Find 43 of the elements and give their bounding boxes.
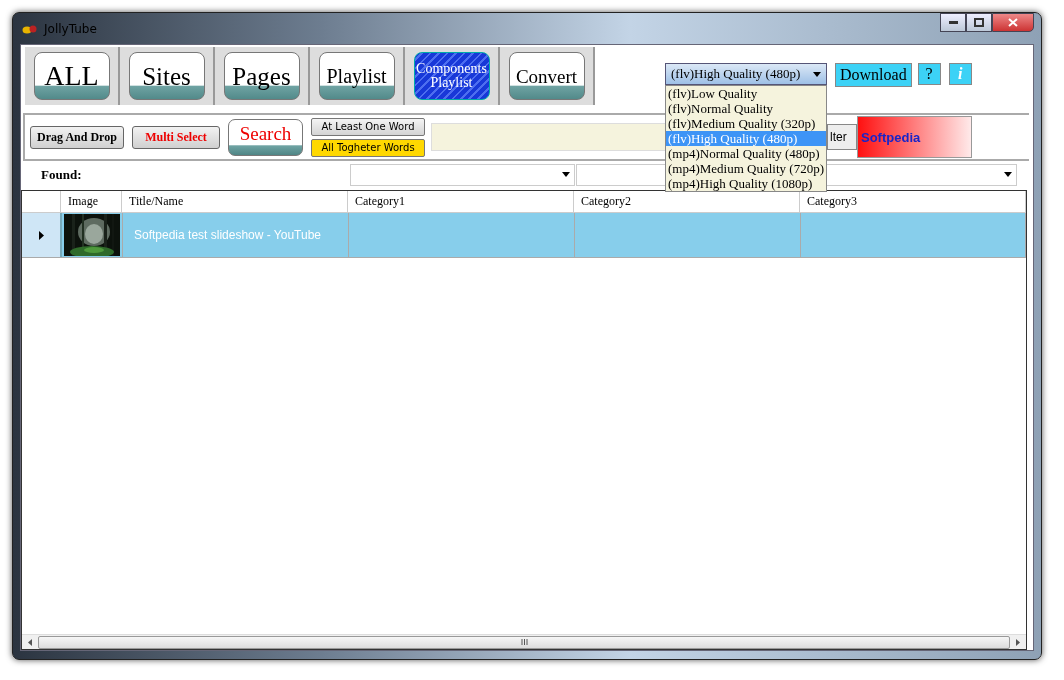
column-header[interactable]: Category2 [574, 191, 800, 212]
close-button[interactable] [992, 13, 1034, 32]
download-button[interactable]: Download [835, 63, 912, 87]
match-mode-button[interactable]: All Togheter Words [311, 138, 425, 157]
tab[interactable]: Playlist [318, 52, 395, 100]
scrollbar-thumb[interactable] [38, 635, 1010, 649]
quality-dropdown[interactable]: (flv)High Quality (480p) [665, 63, 827, 85]
tab[interactable]: Components Playlist [413, 52, 490, 100]
minimize-button[interactable] [940, 13, 966, 32]
search-button[interactable]: Search [228, 118, 303, 156]
banner: Softpedia [857, 116, 972, 158]
tab[interactable]: Pages [223, 52, 300, 100]
app-icon [22, 23, 38, 34]
dropdown-arrow-icon [562, 172, 570, 177]
window-title: JollyTube [44, 21, 97, 36]
column-header[interactable]: Image [61, 191, 122, 212]
tab[interactable]: Sites [128, 52, 205, 100]
row-pointer-icon [38, 230, 44, 240]
close-icon [1008, 18, 1018, 27]
dropdown-arrow-icon [813, 71, 821, 77]
drag-and-drop-button[interactable]: Drag And Drop [30, 125, 124, 149]
minimize-icon [948, 21, 958, 24]
column-header[interactable]: Category1 [348, 191, 574, 212]
dropdown-option[interactable]: (flv)Normal Quality [666, 101, 826, 116]
column-header[interactable]: Category3 [800, 191, 1026, 212]
tab[interactable]: Convert [508, 52, 585, 100]
dropdown-option[interactable]: (mp4)High Quality (1080p) [666, 176, 826, 191]
scroll-right-icon[interactable] [1016, 638, 1020, 646]
found-label: Found: [41, 166, 83, 183]
scroll-left-icon[interactable] [28, 638, 32, 646]
dropdown-option[interactable]: (flv)Low Quality [666, 86, 826, 101]
match-mode-button[interactable]: At Least One Word [311, 117, 425, 136]
table-cell-text: Softpedia test slideshow - YouTube [133, 228, 321, 242]
maximize-icon [974, 18, 984, 27]
column-header[interactable]: Title/Name [122, 191, 348, 212]
dropdown-option[interactable]: (mp4)Medium Quality (720p) [666, 161, 826, 176]
tab[interactable]: ALL [33, 52, 110, 100]
help-button[interactable]: ? [917, 63, 941, 85]
dropdown-option[interactable]: (flv)Medium Quality (320p) [666, 116, 826, 131]
filter-button[interactable]: lter [827, 124, 857, 150]
dropdown-arrow-icon [1004, 172, 1012, 177]
dropdown-option[interactable]: (mp4)Normal Quality (480p) [666, 146, 826, 161]
maximize-button[interactable] [966, 13, 992, 32]
